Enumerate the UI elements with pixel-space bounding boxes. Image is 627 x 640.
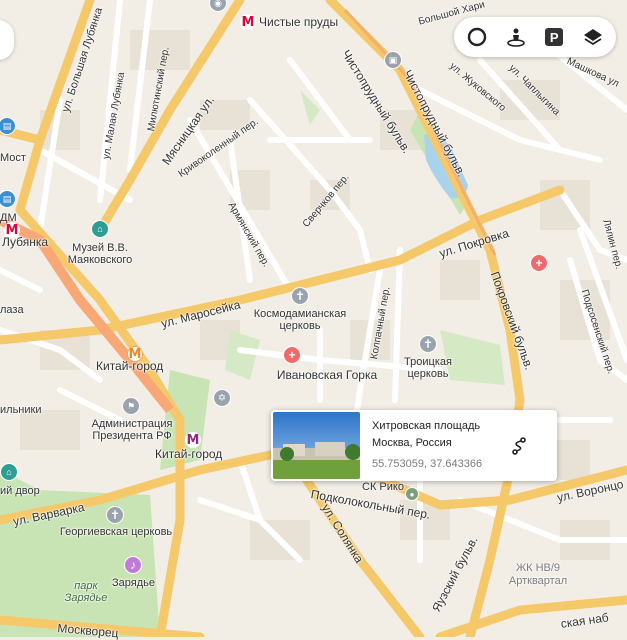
- map-toolbar: P: [454, 17, 616, 57]
- place-photo[interactable]: [273, 412, 360, 479]
- place-zhk-line2[interactable]: Артквартал: [509, 575, 567, 588]
- street-label-lnikovsky: ильники: [0, 404, 42, 416]
- place-georgievskaya[interactable]: Георгиевская церковь: [60, 526, 172, 539]
- place-zaryadye[interactable]: Зарядье: [112, 577, 155, 590]
- poi-government-icon[interactable]: ⚑: [122, 397, 140, 415]
- layers-icon: [583, 29, 602, 46]
- place-sk-riko[interactable]: СК Рико: [362, 481, 404, 494]
- place-title: Хитровская площадь: [372, 420, 481, 432]
- parking-button[interactable]: P: [537, 20, 571, 54]
- poi-gostiny-icon[interactable]: ⌂: [0, 463, 18, 481]
- place-park-line2[interactable]: Зарядье: [65, 592, 108, 605]
- poi-hospital-2-icon[interactable]: +: [530, 254, 548, 272]
- poi-synagogue-icon[interactable]: ✡: [213, 389, 231, 407]
- place-gostiny-dvor[interactable]: ий двор: [0, 485, 40, 498]
- street-label-zlaza: лаза: [0, 304, 24, 316]
- place-troitskaya-line2[interactable]: церковь: [407, 368, 448, 381]
- poi-church-2-icon[interactable]: ✝: [419, 335, 437, 353]
- place-kitay-gorod-2[interactable]: Китай-город: [155, 448, 222, 461]
- traffic-button[interactable]: [460, 20, 494, 54]
- poi-music-icon[interactable]: ♪: [124, 556, 142, 574]
- poi-church-3-icon[interactable]: ✝: [106, 506, 124, 524]
- poi-museum-icon[interactable]: ⌂: [91, 220, 109, 238]
- route-button[interactable]: [507, 434, 531, 458]
- place-chistye-prudy[interactable]: Чистые пруды: [259, 16, 338, 29]
- street-label-moskvoretskaya: Москворец: [56, 621, 120, 640]
- place-ivanovskaya-gorka[interactable]: Ивановская Горка: [277, 369, 377, 382]
- place-museum-line2[interactable]: Маяковского: [68, 254, 133, 267]
- poi-church-icon[interactable]: ✝: [291, 287, 309, 305]
- poi-sport-icon[interactable]: ●: [405, 487, 419, 501]
- place-most[interactable]: Мост: [0, 152, 26, 165]
- route-icon: [512, 437, 526, 455]
- metro-chistye-prudy-icon[interactable]: M: [240, 14, 256, 30]
- place-admin-line2[interactable]: Президента РФ: [92, 430, 171, 443]
- layers-button[interactable]: [576, 20, 610, 54]
- place-address: Москва, Россия: [372, 437, 452, 449]
- metro-kitay-gorod-2-icon[interactable]: M: [185, 432, 201, 448]
- place-zhk-line1[interactable]: ЖК НВ/9: [516, 562, 560, 575]
- place-card[interactable]: Хитровская площадь Москва, Россия 55.753…: [271, 410, 557, 481]
- place-kosmodamian-line2[interactable]: церковь: [279, 320, 320, 333]
- place-kitay-gorod-1[interactable]: Китай-город: [96, 360, 163, 373]
- parking-icon: P: [545, 28, 564, 46]
- panorama-icon: [506, 28, 525, 47]
- panorama-button[interactable]: [499, 20, 533, 54]
- poi-hospital-icon[interactable]: +: [283, 346, 301, 364]
- traffic-icon: [468, 27, 487, 47]
- place-coordinates[interactable]: 55.753059, 37.643366: [372, 458, 482, 470]
- poi-briefcase-icon[interactable]: ▣: [384, 51, 402, 69]
- place-lubyanka[interactable]: Лубянка: [2, 236, 48, 249]
